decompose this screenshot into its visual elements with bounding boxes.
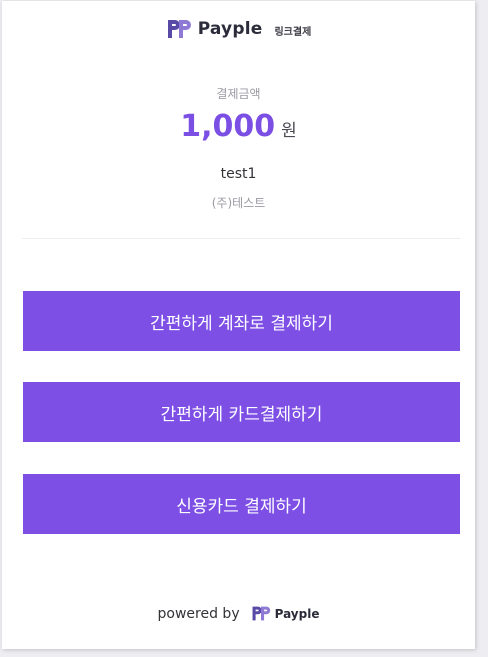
payple-footer-logo-icon [252, 606, 270, 621]
brand-subtitle: 링크결제 [274, 26, 312, 38]
amount-label: 결제금액 [216, 87, 261, 101]
credit-card-pay-button[interactable]: 신용카드 결제하기 [23, 474, 460, 534]
currency-unit: 원 [281, 121, 297, 141]
merchant-name: (주)테스트 [211, 196, 266, 210]
powered-by-text: powered by [157, 605, 240, 622]
amount-value: 1,000 [180, 109, 276, 144]
payment-card: Payple 링크결제 결제금액 1,000 원 test1 (주)테스트 간편… [2, 1, 475, 649]
amount-row: 1,000 원 [2, 109, 475, 144]
divider [22, 238, 460, 239]
header: Payple 링크결제 [2, 16, 475, 42]
product-name: test1 [220, 166, 257, 182]
footer-brand-name: Payple [274, 606, 320, 621]
brand-name: Payple [197, 19, 263, 39]
footer: powered by Payple [2, 605, 475, 622]
payple-logo-icon [167, 20, 191, 38]
card-pay-button[interactable]: 간편하게 카드결제하기 [23, 382, 460, 442]
account-pay-button[interactable]: 간편하게 계좌로 결제하기 [23, 291, 460, 351]
